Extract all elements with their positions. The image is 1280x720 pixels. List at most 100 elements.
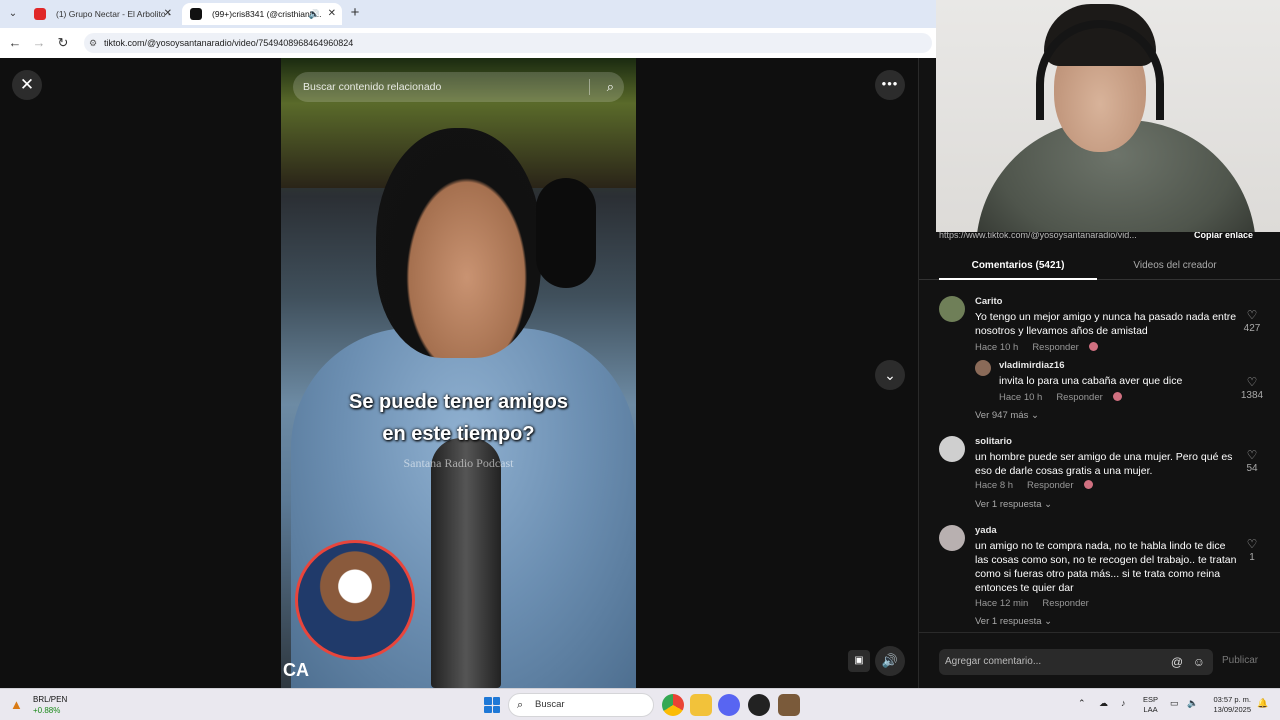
heart-icon[interactable]: ♡: [1237, 375, 1267, 389]
tab-creator-videos[interactable]: Videos del creador: [1119, 260, 1231, 271]
browser-tab-youtube[interactable]: (1) Grupo Nectar - El Arbolito - ✕: [26, 3, 178, 25]
site-info-icon[interactable]: ⚙: [89, 33, 97, 53]
avatar[interactable]: [939, 296, 965, 322]
microphone-icon[interactable]: ♪: [1121, 698, 1126, 708]
comment-text: Yo tengo un mejor amigo y nunca ha pasad…: [975, 311, 1237, 337]
windows-icon[interactable]: [484, 697, 500, 713]
reply-button[interactable]: Responder: [1027, 480, 1073, 491]
comment-compose: Agregar comentario... @ ☺ Publicar: [919, 632, 1280, 688]
comment-placeholder: Agregar comentario...: [945, 656, 1042, 667]
reload-icon[interactable]: ↻: [54, 34, 72, 52]
comment-item: solitario un hombre puede ser amigo de u…: [939, 436, 1279, 496]
chrome-icon[interactable]: [662, 694, 684, 716]
overlay-avatar: [295, 540, 415, 660]
new-tab-button[interactable]: +: [346, 4, 364, 22]
tray-chevron-icon[interactable]: ⌃: [1078, 698, 1086, 709]
obs-icon[interactable]: [748, 694, 770, 716]
tab-title: (1) Grupo Nectar - El Arbolito -: [56, 9, 171, 19]
speaker-icon[interactable]: 🔈: [1187, 698, 1198, 709]
like-count: 1: [1249, 552, 1255, 563]
file-explorer-icon[interactable]: [690, 694, 712, 716]
avatar[interactable]: [939, 525, 965, 551]
tab-audio-icon[interactable]: 🔊: [309, 3, 320, 25]
like-button[interactable]: ♡ 427: [1237, 308, 1267, 336]
panel-tabs: Comentarios (5421) Videos del creador: [919, 254, 1280, 280]
tab-active-underline: [939, 278, 1097, 280]
tab-close-icon[interactable]: ✕: [328, 3, 336, 25]
video-player[interactable]: Buscar contenido relacionado ⌕ Se puede …: [281, 58, 636, 688]
heart-icon[interactable]: ♡: [1237, 448, 1267, 462]
windows-taskbar: ▲ BRL/PEN +0.88% ⌕ Buscar ⌃ ☁ ♪ ESP LAA …: [0, 688, 1280, 720]
comment-text: invita lo para una cabaña aver que dice: [999, 375, 1183, 387]
search-icon[interactable]: ⌕: [607, 72, 614, 102]
video-caption: Se puede tener amigos en este tiempo?: [281, 386, 636, 450]
emoji-icon[interactable]: ☺: [1193, 649, 1205, 675]
comment-time: Hace 8 h: [975, 480, 1014, 491]
browser-tab-tiktok[interactable]: (99+)cris8341 (@cristhian8... 🔊 ✕: [182, 3, 342, 25]
publish-button[interactable]: Publicar: [1222, 655, 1258, 666]
language-indicator[interactable]: ESP LAA: [1143, 695, 1158, 715]
comment-list: Carito Yo tengo un mejor amigo y nunca h…: [919, 288, 1280, 633]
like-count: 54: [1246, 463, 1258, 474]
comment-input[interactable]: Agregar comentario... @ ☺: [939, 649, 1213, 675]
discord-icon[interactable]: [718, 694, 740, 716]
app-icon[interactable]: [778, 694, 800, 716]
back-icon[interactable]: ←: [6, 34, 24, 52]
cloud-icon[interactable]: ☁: [1099, 698, 1108, 709]
stock-icon: ▲: [10, 697, 23, 712]
comment-username[interactable]: solitario: [975, 436, 1012, 447]
tab-title: (99+)cris8341 (@cristhian8...: [212, 9, 322, 19]
related-search-input[interactable]: Buscar contenido relacionado ⌕: [293, 72, 624, 102]
avatar[interactable]: [975, 360, 991, 376]
comment-time: Hace 10 h: [999, 392, 1043, 403]
taskbar-search[interactable]: ⌕ Buscar: [508, 693, 654, 717]
search-divider: [589, 79, 590, 95]
view-more-replies[interactable]: Ver 947 más ⌄: [975, 410, 1039, 421]
reply-button[interactable]: Responder: [1056, 392, 1102, 403]
network-icon[interactable]: ▭: [1170, 698, 1179, 709]
mention-icon[interactable]: @: [1171, 649, 1183, 675]
search-icon: ⌕: [517, 699, 524, 711]
taskbar-search-label: Buscar: [535, 699, 565, 710]
tab-search-dropdown-icon[interactable]: ⌄: [4, 5, 22, 23]
url-field[interactable]: ⚙ tiktok.com/@yosoysantanaradio/video/75…: [84, 33, 932, 53]
address-bar-row: ← → ↻ ⚙ tiktok.com/@yosoysantanaradio/vi…: [0, 28, 936, 58]
tab-close-icon[interactable]: ✕: [164, 3, 172, 25]
comment-item: yada un amigo no te compra nada, no te h…: [939, 525, 1279, 617]
avatar[interactable]: [939, 436, 965, 462]
video-corner-text: CA: [283, 660, 309, 680]
reply-button[interactable]: Responder: [1032, 342, 1078, 353]
video-person-head: [376, 128, 541, 358]
view-more-replies[interactable]: Ver 1 respuesta ⌄: [975, 499, 1052, 510]
comment-time: Hace 12 min: [975, 598, 1029, 609]
like-button[interactable]: ♡ 54: [1237, 448, 1267, 476]
view-more-label: Ver 1 respuesta: [975, 616, 1042, 627]
heart-icon[interactable]: ♡: [1237, 308, 1267, 322]
system-clock[interactable]: 03:57 p. m. 13/09/2025: [1209, 695, 1251, 715]
pip-icon[interactable]: ▣: [848, 650, 870, 672]
forward-icon[interactable]: →: [30, 34, 48, 52]
comment-username[interactable]: vladimirdiaz16: [999, 360, 1064, 371]
reply-button[interactable]: Responder: [1042, 598, 1088, 609]
comment-username[interactable]: yada: [975, 525, 997, 536]
like-button[interactable]: ♡ 1384: [1237, 375, 1267, 403]
close-icon[interactable]: ✕: [12, 70, 42, 100]
notification-icon[interactable]: 🔔: [1257, 698, 1268, 709]
more-icon[interactable]: •••: [875, 70, 905, 100]
tab-comments[interactable]: Comentarios (5421): [939, 260, 1097, 271]
creator-liked-icon: [1088, 342, 1098, 351]
webcam-overlay: [936, 0, 1280, 232]
like-count: 1384: [1240, 390, 1264, 401]
volume-icon[interactable]: 🔊: [875, 646, 905, 676]
comment-text: un amigo no te compra nada, no te habla …: [975, 540, 1237, 594]
share-link-row: https://www.tiktok.com/@yosoysantanaradi…: [939, 230, 1259, 244]
url-text: tiktok.com/@yosoysantanaradio/video/7549…: [104, 38, 354, 48]
like-button[interactable]: ♡ 1: [1237, 537, 1267, 565]
comment-username[interactable]: Carito: [975, 296, 1002, 307]
lang-line-1: ESP: [1143, 695, 1159, 704]
chevron-down-icon[interactable]: ⌄: [875, 360, 905, 390]
heart-icon[interactable]: ♡: [1237, 537, 1267, 551]
view-more-replies[interactable]: Ver 1 respuesta ⌄: [975, 616, 1052, 627]
reply-item: vladimirdiaz16 invita lo para una cabaña…: [975, 360, 1279, 404]
video-headphone: [536, 178, 596, 288]
